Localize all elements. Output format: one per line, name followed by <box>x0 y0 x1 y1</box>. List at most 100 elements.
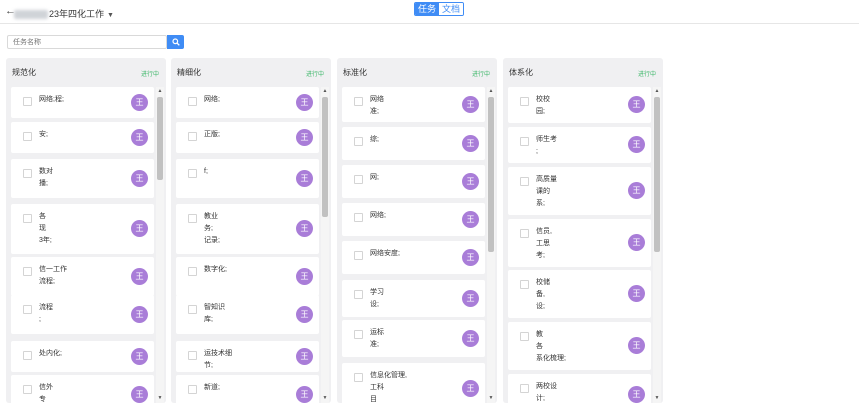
task-checkbox[interactable] <box>23 351 32 360</box>
assignee-avatar[interactable]: 王 <box>462 249 479 266</box>
task-checkbox[interactable] <box>188 214 197 223</box>
task-checkbox[interactable] <box>188 267 197 276</box>
assignee-avatar[interactable]: 王 <box>628 337 645 354</box>
task-card[interactable]: 师生考; 王 <box>508 127 651 163</box>
assignee-avatar[interactable]: 王 <box>131 268 148 285</box>
task-checkbox[interactable] <box>520 280 529 289</box>
assignee-avatar[interactable]: 王 <box>462 135 479 152</box>
task-card[interactable]: 数字化; 王 <box>176 257 319 296</box>
task-card[interactable]: 网络安度; 王 <box>342 241 485 274</box>
column-scrollbar[interactable]: ▲ ▼ <box>487 87 495 403</box>
task-card[interactable]: 各现 3年; 王 <box>11 204 154 254</box>
scroll-down-icon[interactable]: ▼ <box>321 394 329 403</box>
task-card[interactable]: 网; 王 <box>342 165 485 198</box>
task-card[interactable]: 教各系化梳理; 王 <box>508 322 651 370</box>
task-card[interactable]: 网络 准; 王 <box>342 87 485 122</box>
task-checkbox[interactable] <box>354 330 363 339</box>
task-checkbox[interactable] <box>520 97 529 106</box>
task-checkbox[interactable] <box>188 169 197 178</box>
task-checkbox[interactable] <box>188 97 197 106</box>
assignee-avatar[interactable]: 王 <box>462 211 479 228</box>
task-card[interactable]: 信息化管理, 工科目 王 <box>342 363 485 403</box>
task-checkbox[interactable] <box>354 290 363 299</box>
search-button[interactable] <box>167 35 184 49</box>
task-checkbox[interactable] <box>520 177 529 186</box>
task-card[interactable]: f; 王 <box>176 159 319 198</box>
task-card[interactable]: 高质量 课的 系; 王 <box>508 167 651 215</box>
assignee-avatar[interactable]: 王 <box>628 96 645 113</box>
scroll-down-icon[interactable]: ▼ <box>653 394 661 403</box>
project-title-dropdown[interactable]: 23年四化工作 ▼ <box>14 7 114 20</box>
assignee-avatar[interactable]: 王 <box>628 136 645 153</box>
task-checkbox[interactable] <box>23 97 32 106</box>
column-scrollbar[interactable]: ▲ ▼ <box>321 87 329 403</box>
assignee-avatar[interactable]: 王 <box>131 129 148 146</box>
task-checkbox[interactable] <box>520 384 529 393</box>
task-checkbox[interactable] <box>520 137 529 146</box>
scroll-up-icon[interactable]: ▲ <box>156 87 164 96</box>
task-checkbox[interactable] <box>354 175 363 184</box>
scroll-down-icon[interactable]: ▼ <box>156 394 164 403</box>
assignee-avatar[interactable]: 王 <box>131 170 148 187</box>
task-card[interactable]: 网络; 王 <box>342 203 485 236</box>
assignee-avatar[interactable]: 王 <box>296 94 313 111</box>
scroll-thumb[interactable] <box>322 97 328 217</box>
task-checkbox[interactable] <box>23 267 32 276</box>
task-card[interactable]: 处内化; 王 <box>11 341 154 372</box>
assignee-avatar[interactable]: 王 <box>628 234 645 251</box>
scroll-down-icon[interactable]: ▼ <box>487 394 495 403</box>
task-checkbox[interactable] <box>354 97 363 106</box>
task-card[interactable]: 信外专 王 <box>11 375 154 403</box>
scroll-thumb[interactable] <box>157 97 163 180</box>
task-checkbox[interactable] <box>188 385 197 394</box>
assignee-avatar[interactable]: 王 <box>131 386 148 403</box>
task-card[interactable]: 两校设 计; 王 <box>508 374 651 403</box>
assignee-avatar[interactable]: 王 <box>462 330 479 347</box>
assignee-avatar[interactable]: 王 <box>296 386 313 403</box>
task-card[interactable]: 新道; 王 <box>176 375 319 403</box>
assignee-avatar[interactable]: 王 <box>462 290 479 307</box>
task-card[interactable]: 智知识 库; 王 <box>176 295 319 334</box>
scroll-thumb[interactable] <box>488 97 494 252</box>
task-card[interactable]: 校校 园; 王 <box>508 87 651 123</box>
scroll-up-icon[interactable]: ▲ <box>321 87 329 96</box>
assignee-avatar[interactable]: 王 <box>628 285 645 302</box>
assignee-avatar[interactable]: 王 <box>628 182 645 199</box>
task-card[interactable]: 学习 设; 王 <box>342 280 485 317</box>
task-card[interactable]: 信员, 工思 考; 王 <box>508 219 651 267</box>
assignee-avatar[interactable]: 王 <box>131 94 148 111</box>
assignee-avatar[interactable]: 王 <box>462 96 479 113</box>
task-card[interactable]: 正版; 王 <box>176 122 319 153</box>
task-checkbox[interactable] <box>520 229 529 238</box>
assignee-avatar[interactable]: 王 <box>131 348 148 365</box>
task-search-input[interactable] <box>7 35 167 49</box>
task-checkbox[interactable] <box>23 385 32 394</box>
task-checkbox[interactable] <box>23 169 32 178</box>
task-checkbox[interactable] <box>188 305 197 314</box>
assignee-avatar[interactable]: 王 <box>296 129 313 146</box>
task-checkbox[interactable] <box>23 214 32 223</box>
assignee-avatar[interactable]: 王 <box>296 306 313 323</box>
scroll-up-icon[interactable]: ▲ <box>487 87 495 96</box>
column-scrollbar[interactable]: ▲ ▼ <box>653 87 661 403</box>
assignee-avatar[interactable]: 王 <box>296 170 313 187</box>
assignee-avatar[interactable]: 王 <box>628 386 645 403</box>
task-checkbox[interactable] <box>354 213 363 222</box>
task-checkbox[interactable] <box>23 305 32 314</box>
task-card[interactable]: 校储 备, 设; 王 <box>508 270 651 318</box>
column-scrollbar[interactable]: ▲ ▼ <box>156 87 164 403</box>
task-card[interactable]: 信一工作 流程; 王 <box>11 257 154 296</box>
task-card[interactable]: 运技术细 节; 王 <box>176 341 319 372</box>
assignee-avatar[interactable]: 王 <box>462 173 479 190</box>
task-card[interactable]: 网络; 王 <box>176 87 319 118</box>
tab-tasks[interactable]: 任务 <box>415 3 440 15</box>
assignee-avatar[interactable]: 王 <box>131 220 148 237</box>
task-card[interactable]: 安; 王 <box>11 122 154 153</box>
task-card[interactable]: 运标 准; 王 <box>342 320 485 357</box>
task-checkbox[interactable] <box>354 137 363 146</box>
task-checkbox[interactable] <box>354 251 363 260</box>
task-checkbox[interactable] <box>520 332 529 341</box>
task-card[interactable]: 教业 务; 记录; 王 <box>176 204 319 254</box>
task-card[interactable]: 流程; 王 <box>11 295 154 334</box>
assignee-avatar[interactable]: 王 <box>131 306 148 323</box>
